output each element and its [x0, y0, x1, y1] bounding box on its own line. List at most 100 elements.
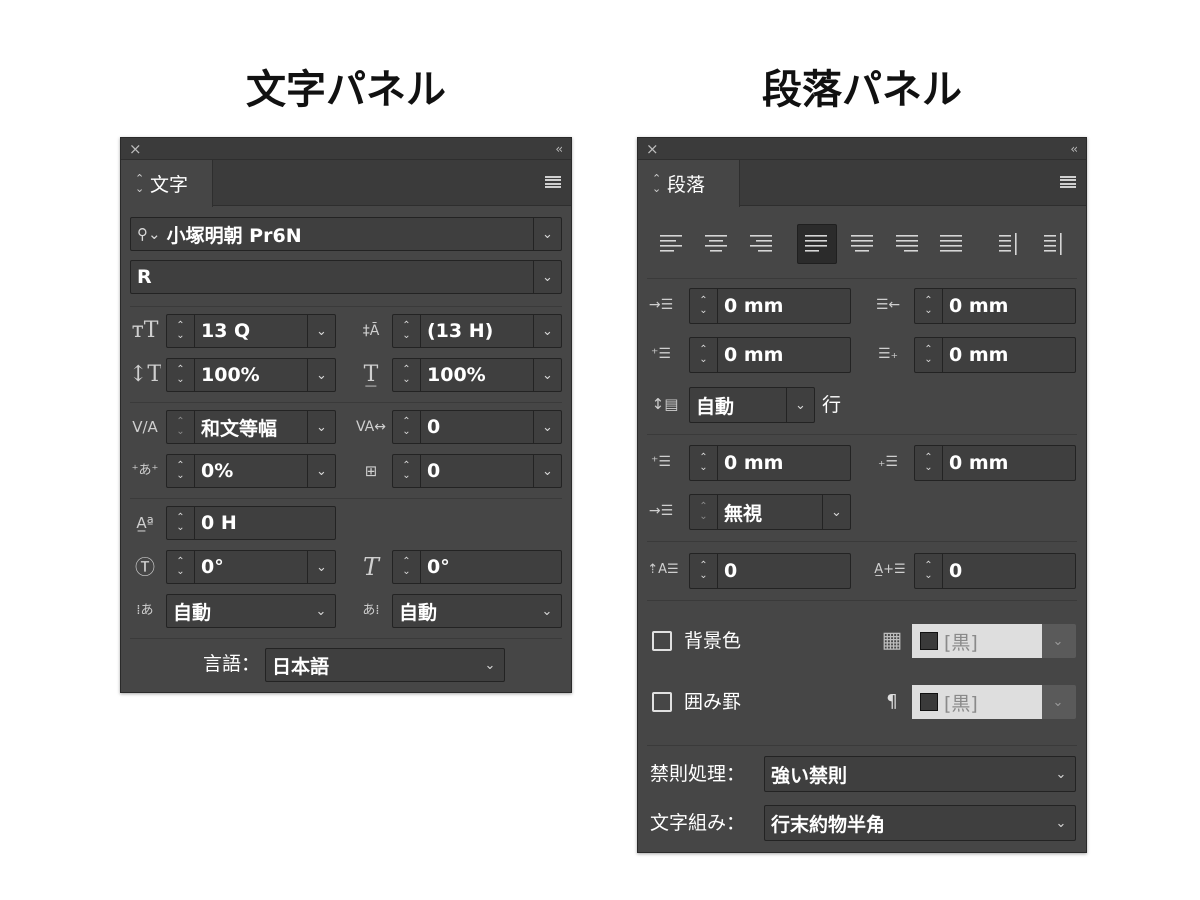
close-icon[interactable]: × — [129, 139, 142, 159]
stepper-icon[interactable]: ⌃ ⌄ — [167, 315, 195, 347]
stepper-icon[interactable]: ⌃ ⌄ — [393, 411, 421, 443]
chevron-down-icon[interactable]: ⌄ — [307, 359, 335, 391]
kerning-field[interactable]: ⌃ ⌄ 和文等幅 ⌄ — [166, 410, 336, 444]
chevron-down-icon[interactable]: ⌄ — [1042, 624, 1074, 658]
chevron-down-icon[interactable]: ⌄ — [533, 359, 561, 391]
justify-left-icon[interactable] — [797, 224, 837, 264]
left-indent-field[interactable]: ⌃ ⌄ 0 mm — [689, 288, 851, 324]
expand-options-icon[interactable]: ⌃ ⌄ — [652, 173, 661, 194]
vertical-scale-field[interactable]: ⌃ ⌄ 100% ⌄ — [166, 358, 336, 392]
stepper-icon[interactable]: ⌃ ⌄ — [393, 551, 421, 583]
stepper-icon[interactable]: ⌃ ⌄ — [167, 411, 195, 443]
baseline-shift-field[interactable]: ⌃ ⌄ 0 H — [166, 506, 336, 540]
drop-cap-lines-field[interactable]: ⌃ ⌄ 0 — [689, 553, 851, 589]
tsume-field[interactable]: ⌃ ⌄ 0% ⌄ — [166, 454, 336, 488]
chevron-down-icon[interactable]: ⌄ — [533, 595, 561, 627]
chevron-down-icon[interactable]: ⌄ — [307, 411, 335, 443]
shading-swatch-field[interactable]: [黒] ⌄ — [912, 624, 1076, 658]
close-icon[interactable]: × — [646, 139, 659, 159]
justify-right-icon[interactable] — [888, 224, 928, 264]
space-before-field[interactable]: ⌃ ⌄ 0 mm — [689, 445, 851, 481]
chevron-down-icon[interactable]: ⌄ — [533, 455, 561, 487]
font-style-field[interactable]: R ⌄ — [130, 260, 562, 294]
stepper-icon[interactable]: ⌃ ⌄ — [915, 554, 943, 588]
aki-field[interactable]: ⌃ ⌄ 0 ⌄ — [392, 454, 562, 488]
chevron-down-icon[interactable]: ⌄ — [1047, 806, 1075, 840]
chevron-down-icon[interactable]: ⌄ — [307, 551, 335, 583]
align-left-icon[interactable] — [652, 224, 692, 264]
justify-all-icon[interactable] — [932, 224, 972, 264]
chevron-down-icon[interactable]: ⌄ — [533, 261, 561, 293]
span-setting-field[interactable]: ⌃ ⌄ 無視 ⌄ — [689, 494, 851, 530]
chevron-down-icon[interactable]: ⌄ — [822, 495, 850, 529]
expand-options-icon[interactable]: ⌃ ⌄ — [135, 173, 144, 194]
last-line-indent-field[interactable]: ⌃ ⌄ 0 mm — [914, 337, 1076, 373]
font-family-field[interactable]: ⚲⌄ 小塚明朝 Pr6N ⌄ — [130, 217, 562, 251]
chevron-down-icon[interactable]: ⌄ — [476, 649, 504, 681]
kinsoku-select[interactable]: 強い禁則 ⌄ — [764, 756, 1076, 792]
horizontal-scale-field[interactable]: ⌃ ⌄ 100% ⌄ — [392, 358, 562, 392]
grid-alignment-value: 自動 — [696, 395, 735, 418]
right-indent-field[interactable]: ⌃ ⌄ 0 mm — [914, 288, 1076, 324]
align-center-icon[interactable] — [697, 224, 737, 264]
skew-field[interactable]: ⌃ ⌄ 0° — [392, 550, 562, 584]
chevron-down-icon[interactable]: ⌄ — [307, 595, 335, 627]
chevron-down-icon[interactable]: ⌄ — [786, 388, 814, 422]
align-toward-spine-icon[interactable] — [987, 224, 1027, 264]
justify-center-icon[interactable] — [843, 224, 883, 264]
stepper-icon[interactable]: ⌃ ⌄ — [167, 507, 195, 539]
language-select[interactable]: 日本語 ⌄ — [265, 648, 505, 682]
shading-label: 背景色 — [684, 630, 742, 652]
chevron-down-icon[interactable]: ⌄ — [307, 315, 335, 347]
panel-menu-icon[interactable] — [1060, 173, 1076, 191]
first-line-indent-field[interactable]: ⌃ ⌄ 0 mm — [689, 337, 851, 373]
chevron-down-icon[interactable]: ⌄ — [1047, 757, 1075, 791]
tab-paragraph[interactable]: ⌃ ⌄ 段落 — [638, 160, 740, 207]
chevron-down-icon[interactable]: ⌄ — [307, 455, 335, 487]
skew-value: 0° — [427, 556, 450, 578]
space-after-field[interactable]: ⌃ ⌄ 0 mm — [914, 445, 1076, 481]
tracking-field[interactable]: ⌃ ⌄ 0 ⌄ — [392, 410, 562, 444]
first-line-indent-value: 0 mm — [724, 344, 784, 366]
stepper-icon[interactable]: ⌃ ⌄ — [690, 554, 718, 588]
stepper-icon[interactable]: ⌃ ⌄ — [393, 359, 421, 391]
search-icon[interactable]: ⚲⌄ — [137, 225, 161, 243]
stepper-icon[interactable]: ⌃ ⌄ — [915, 289, 943, 323]
aki-before-field[interactable]: 自動 ⌄ — [166, 594, 336, 628]
swatch-chip — [920, 693, 938, 711]
collapse-icon[interactable]: ‹‹ — [1070, 140, 1077, 158]
chevron-down-icon[interactable]: ⌄ — [1042, 685, 1074, 719]
stepper-icon[interactable]: ⌃ ⌄ — [915, 446, 943, 480]
stepper-icon[interactable]: ⌃ ⌄ — [167, 359, 195, 391]
border-checkbox[interactable] — [652, 692, 672, 712]
vertical-scale-value: 100% — [201, 364, 260, 386]
stepper-icon[interactable]: ⌃ ⌄ — [915, 338, 943, 372]
stepper-icon[interactable]: ⌃ ⌄ — [393, 315, 421, 347]
leading-field[interactable]: ⌃ ⌄ (13 H) ⌄ — [392, 314, 562, 348]
swatch-grid-icon[interactable]: ▦ — [876, 626, 908, 656]
stepper-icon[interactable]: ⌃ ⌄ — [393, 455, 421, 487]
shading-checkbox[interactable] — [652, 631, 672, 651]
font-size-field[interactable]: ⌃ ⌄ 13 Q ⌄ — [166, 314, 336, 348]
chevron-down-icon[interactable]: ⌄ — [533, 218, 561, 250]
drop-cap-chars-field[interactable]: ⌃ ⌄ 0 — [914, 553, 1076, 589]
stepper-icon[interactable]: ⌃ ⌄ — [690, 495, 718, 529]
stepper-icon[interactable]: ⌃ ⌄ — [690, 289, 718, 323]
collapse-icon[interactable]: ‹‹ — [555, 140, 562, 158]
stepper-icon[interactable]: ⌃ ⌄ — [690, 338, 718, 372]
grid-alignment-field[interactable]: 自動 ⌄ — [689, 387, 815, 423]
panel-menu-icon[interactable] — [545, 173, 561, 191]
stepper-icon[interactable]: ⌃ ⌄ — [167, 551, 195, 583]
align-away-spine-icon[interactable] — [1032, 224, 1072, 264]
border-swatch-field[interactable]: [黒] ⌄ — [912, 685, 1076, 719]
chevron-down-icon[interactable]: ⌄ — [533, 315, 561, 347]
mojikumi-select[interactable]: 行末約物半角 ⌄ — [764, 805, 1076, 841]
chevron-down-icon[interactable]: ⌄ — [533, 411, 561, 443]
aki-after-field[interactable]: 自動 ⌄ — [392, 594, 562, 628]
pilcrow-icon[interactable]: ¶ — [876, 687, 908, 717]
stepper-icon[interactable]: ⌃ ⌄ — [167, 455, 195, 487]
align-right-icon[interactable] — [742, 224, 782, 264]
tab-character[interactable]: ⌃ ⌄ 文字 — [121, 160, 213, 207]
stepper-icon[interactable]: ⌃ ⌄ — [690, 446, 718, 480]
character-rotation-field[interactable]: ⌃ ⌄ 0° ⌄ — [166, 550, 336, 584]
